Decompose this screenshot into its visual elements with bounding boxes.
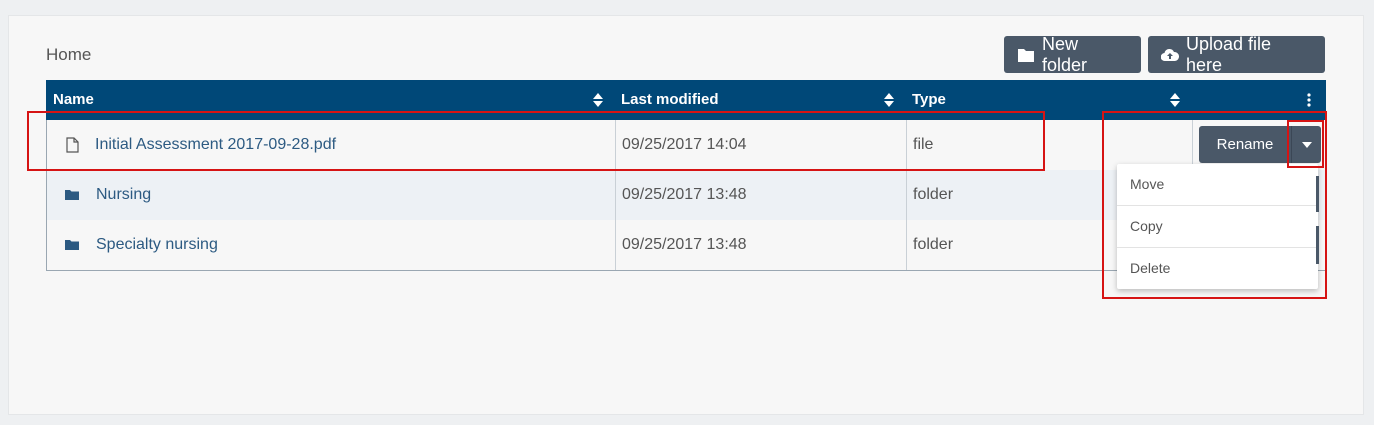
last-modified: 09/25/2017 13:48: [622, 186, 747, 203]
caret-down-icon: [1301, 141, 1312, 148]
last-modified: 09/25/2017 14:04: [622, 136, 747, 153]
menu-item-move[interactable]: Move: [1117, 164, 1318, 205]
rename-button[interactable]: Rename: [1199, 126, 1291, 163]
actions-dropdown-toggle[interactable]: [1291, 126, 1321, 163]
menu-item-delete[interactable]: Delete: [1117, 248, 1318, 289]
table-row-content: Initial Assessment 2017-09-28.pdf 09/25/…: [47, 120, 1325, 170]
item-type: file: [913, 136, 934, 153]
breadcrumb[interactable]: Home: [46, 45, 91, 65]
column-header-type[interactable]: Type: [912, 80, 946, 120]
sort-icon[interactable]: [1170, 93, 1180, 107]
dropdown-scrollbar[interactable]: [1316, 176, 1319, 212]
last-modified: 09/25/2017 13:48: [622, 236, 747, 253]
file-name-link[interactable]: Initial Assessment 2017-09-28.pdf: [95, 120, 336, 170]
folder-name-link[interactable]: Nursing: [96, 170, 151, 220]
new-folder-button[interactable]: New folder: [1004, 33, 1141, 75]
sort-icon[interactable]: [593, 93, 603, 107]
cloud-upload-icon: [1161, 48, 1179, 61]
column-header-name[interactable]: Name: [53, 80, 94, 120]
column-header-last-modified[interactable]: Last modified: [621, 80, 719, 120]
sort-icon[interactable]: [884, 93, 894, 107]
folder-name-link[interactable]: Specialty nursing: [96, 220, 218, 270]
new-folder-label: New folder: [1041, 33, 1088, 75]
table-header: Name Last modified Type: [46, 80, 1326, 120]
rename-split-button: Rename: [1199, 126, 1321, 163]
upload-label: Upload file here: [1185, 33, 1272, 75]
folder-icon: [1017, 48, 1034, 62]
dropdown-scrollbar[interactable]: [1316, 226, 1319, 264]
more-options-icon[interactable]: [1307, 93, 1311, 107]
item-type: folder: [913, 186, 954, 203]
item-type: folder: [913, 236, 954, 253]
upload-file-button[interactable]: Upload file here: [1148, 33, 1325, 75]
actions-dropdown-menu: Move Copy Delete: [1117, 164, 1318, 289]
menu-item-copy[interactable]: Copy: [1117, 206, 1318, 247]
